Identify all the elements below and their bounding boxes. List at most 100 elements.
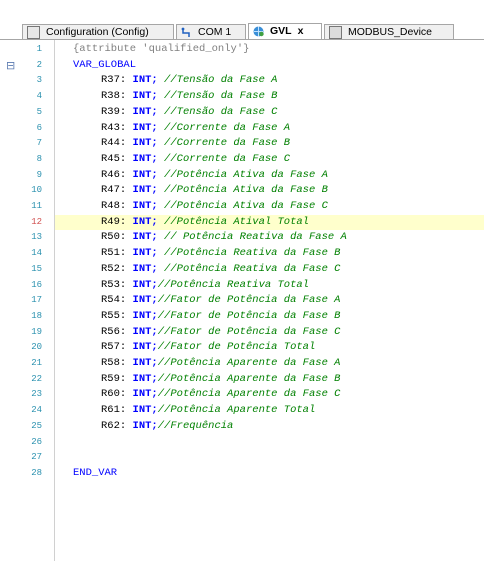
variable-name: R55: — [101, 309, 127, 322]
code-text: VAR_GLOBAL — [55, 59, 136, 71]
comment-text: //Tensão da Fase B — [157, 90, 278, 103]
variable-name: R50: — [101, 231, 127, 244]
variable-name: R59: — [101, 372, 127, 385]
code-line[interactable]: R39: INT; //Tensão da Fase C — [55, 105, 484, 120]
variable-name: R44: — [101, 137, 127, 150]
line-number: 13 — [31, 232, 42, 243]
code-line[interactable]: R50: INT; // Potência Reativa da Fase A — [55, 230, 484, 245]
type-keyword: INT; — [132, 200, 158, 212]
variable-name: R49: — [101, 215, 127, 228]
comment-text: //Corrente da Fase B — [157, 137, 291, 150]
type-keyword: INT; — [132, 137, 158, 150]
code-line[interactable]: R59: INT;//Potência Aparente da Fase B — [55, 372, 484, 387]
keyword: VAR_GLOBAL — [73, 58, 137, 71]
line-number: 18 — [31, 310, 42, 321]
code-line[interactable]: R57: INT;//Fator de Potência Total — [55, 340, 484, 355]
line-number: 26 — [31, 436, 42, 447]
code-line[interactable]: R56: INT;//Fator de Potência da Fase C — [55, 325, 484, 340]
line-number: 7 — [36, 138, 42, 149]
variable-name: R54: — [101, 294, 127, 307]
code-line[interactable]: R48: INT; //Potência Ativa da Fase C — [55, 199, 484, 214]
comment-text: //Fator de Potência da Fase B — [157, 309, 341, 322]
line-number: 1 — [36, 44, 42, 54]
code-line[interactable]: {attribute 'qualified_only'} — [55, 42, 484, 57]
code-text: R52: INT; //Potência Reativa da Fase C — [55, 263, 340, 275]
code-text: R51: INT; //Potência Reativa da Fase B — [55, 247, 340, 259]
editor-tab-bar: Configuration (Config) COM 1 GVL x MODBU… — [0, 0, 484, 40]
variable-name: R58: — [101, 357, 127, 369]
code-line[interactable]: R45: INT; //Corrente da Fase C — [55, 152, 484, 167]
tab-modbus-device[interactable]: MODBUS_Device — [324, 24, 454, 39]
variable-name: R46: — [101, 168, 127, 181]
code-text: {attribute 'qualified_only'} — [55, 43, 249, 55]
line-number: 19 — [31, 326, 42, 337]
code-line[interactable]: VAR_GLOBAL — [55, 58, 484, 73]
line-number: 14 — [31, 248, 42, 259]
tab-com1[interactable]: COM 1 — [176, 24, 246, 39]
line-number: 9 — [36, 169, 42, 180]
comment-text: //Tensão da Fase A — [157, 74, 278, 87]
variable-name: R60: — [101, 388, 127, 401]
comment-text: //Potência Aparente da Fase C — [157, 388, 341, 401]
variable-name: R57: — [101, 341, 127, 354]
collapse-icon[interactable]: ⊟ — [6, 60, 15, 71]
code-text: R61: INT;//Potência Aparente Total — [55, 404, 315, 416]
code-line[interactable]: R61: INT;//Potência Aparente Total — [55, 403, 484, 418]
global-variables-icon — [253, 26, 264, 37]
variable-name: R52: — [101, 262, 127, 275]
tab-com1-label: COM 1 — [198, 25, 232, 38]
variable-name: R45: — [101, 152, 127, 165]
code-line[interactable] — [55, 450, 484, 465]
code-line[interactable]: R55: INT;//Fator de Potência da Fase B — [55, 309, 484, 324]
code-line[interactable]: R62: INT;//Frequência — [55, 419, 484, 434]
variable-name: R38: — [101, 90, 127, 103]
code-text: R48: INT; //Potência Ativa da Fase C — [55, 200, 328, 212]
code-text: R43: INT; //Corrente da Fase A — [55, 122, 290, 134]
code-line[interactable]: END_VAR — [55, 466, 484, 481]
code-line[interactable]: R52: INT; //Potência Reativa da Fase C — [55, 262, 484, 277]
type-keyword: INT; — [132, 105, 158, 118]
line-number: 21 — [31, 358, 42, 368]
type-keyword: INT; — [132, 184, 158, 197]
code-line[interactable]: R49: INT; //Potência Atival Total — [55, 214, 484, 230]
code-line[interactable] — [55, 435, 484, 450]
type-keyword: INT; — [132, 231, 158, 244]
keyword: END_VAR — [73, 466, 118, 479]
code-line[interactable]: R38: INT; //Tensão da Fase B — [55, 89, 484, 104]
code-line[interactable]: R53: INT;//Potência Reativa Total — [55, 278, 484, 293]
code-text: R39: INT; //Tensão da Fase C — [55, 106, 277, 118]
variable-name: R48: — [101, 200, 127, 212]
type-keyword: INT; — [132, 309, 158, 322]
code-line[interactable]: R51: INT; //Potência Reativa da Fase B — [55, 246, 484, 261]
code-line[interactable]: R44: INT; //Corrente da Fase B — [55, 136, 484, 151]
close-icon[interactable]: x — [298, 24, 304, 39]
comment-text: //Corrente da Fase A — [157, 121, 291, 134]
code-line[interactable]: R47: INT; //Potência Ativa da Fase B — [55, 183, 484, 198]
code-text: R45: INT; //Corrente da Fase C — [55, 153, 290, 165]
tab-configuration-label: Configuration (Config) — [46, 25, 149, 38]
type-keyword: INT; — [132, 90, 158, 103]
type-keyword: INT; — [132, 168, 158, 181]
tab-configuration[interactable]: Configuration (Config) — [22, 24, 174, 39]
line-number: 4 — [36, 91, 42, 102]
variable-name: R37: — [101, 74, 127, 87]
code-line[interactable]: R60: INT;//Potência Aparente da Fase C — [55, 387, 484, 402]
type-keyword: INT; — [132, 121, 158, 134]
code-line[interactable]: R37: INT; //Tensão da Fase A — [55, 73, 484, 88]
code-text: R44: INT; //Corrente da Fase B — [55, 137, 290, 149]
tab-gvl[interactable]: GVL x — [248, 23, 322, 39]
code-line[interactable]: R58: INT;//Potência Aparente da Fase A — [55, 356, 484, 371]
code-line[interactable]: R54: INT;//Fator de Potência da Fase A — [55, 293, 484, 308]
line-number: 17 — [31, 295, 42, 306]
comment-text: //Potência Aparente Total — [157, 404, 316, 417]
line-number: 28 — [31, 467, 42, 478]
comment-text: //Frequência — [157, 419, 234, 432]
code-line[interactable]: R43: INT; //Corrente da Fase A — [55, 121, 484, 136]
code-text: R38: INT; //Tensão da Fase B — [55, 90, 277, 102]
code-text: R57: INT;//Fator de Potência Total — [55, 341, 315, 353]
comment-text: //Potência Aparente da Fase B — [157, 372, 341, 385]
code-text: R58: INT;//Potência Aparente da Fase A — [55, 357, 340, 369]
type-keyword: INT; — [132, 152, 158, 165]
code-line[interactable]: R46: INT; //Potência Ativa da Fase A — [55, 168, 484, 183]
